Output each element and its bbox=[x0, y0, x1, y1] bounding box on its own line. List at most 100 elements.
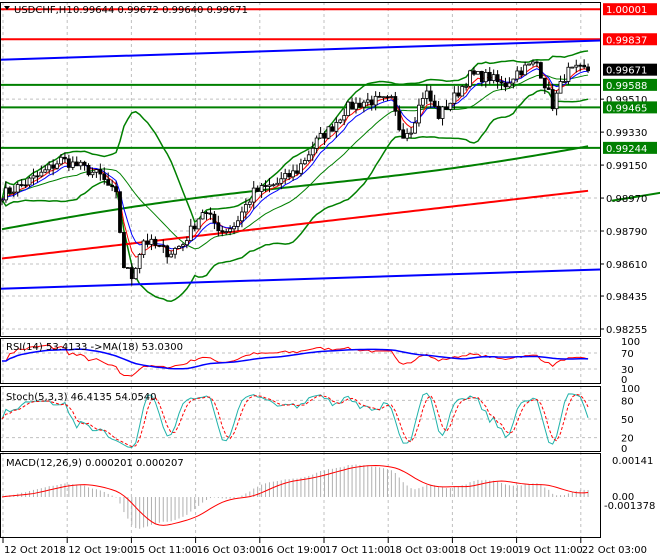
candle bbox=[582, 59, 587, 70]
candle bbox=[165, 244, 170, 264]
candle bbox=[299, 158, 303, 177]
candle bbox=[487, 67, 492, 85]
price-tag-label: 0.99588 bbox=[606, 81, 647, 92]
price-tag-label: 1.00001 bbox=[606, 5, 647, 16]
candle bbox=[236, 215, 240, 231]
stoch-tick: 20 bbox=[621, 434, 634, 445]
candle bbox=[200, 209, 205, 220]
candle bbox=[409, 127, 413, 139]
candle bbox=[271, 183, 276, 187]
macd-tick: 0.00141 bbox=[612, 456, 653, 467]
candle bbox=[157, 245, 162, 248]
time-tick: 19 Oct 11:00 bbox=[518, 545, 583, 556]
rsi-tick: 100 bbox=[621, 337, 640, 348]
candle bbox=[66, 154, 71, 172]
stoch-tick: 80 bbox=[621, 396, 634, 407]
price-axis: 0.995100.993300.991500.989700.987900.986… bbox=[600, 3, 657, 512]
candle bbox=[491, 69, 496, 84]
candle bbox=[188, 218, 193, 242]
candle bbox=[318, 127, 323, 139]
candle bbox=[145, 233, 150, 248]
macd-label: MACD(12,26,9) 0.000201 0.000207 bbox=[6, 458, 184, 469]
macd-tick: -0.001378 bbox=[604, 501, 655, 512]
stoch-label: Stoch(5,3,3) 46.4135 54.0540 bbox=[6, 392, 157, 403]
macd-pane[interactable] bbox=[1, 464, 589, 529]
candle bbox=[574, 59, 579, 73]
candle bbox=[173, 246, 177, 259]
candle bbox=[456, 85, 461, 99]
candle bbox=[98, 163, 103, 181]
candle bbox=[255, 185, 260, 193]
candle bbox=[523, 61, 528, 76]
candle bbox=[177, 245, 181, 249]
time-tick: 12 Oct 19:00 bbox=[68, 545, 133, 556]
stoch-tick: 50 bbox=[621, 415, 634, 426]
price-tag-label: 0.99465 bbox=[606, 103, 647, 114]
candle bbox=[169, 250, 174, 258]
candle bbox=[558, 75, 563, 94]
candle bbox=[125, 266, 130, 270]
candle bbox=[346, 100, 351, 117]
candle bbox=[527, 63, 531, 66]
lower-trend-line[interactable] bbox=[0, 268, 601, 290]
price-tag-label: 0.99244 bbox=[606, 144, 647, 155]
price-tick: 0.98790 bbox=[606, 227, 647, 238]
candle bbox=[570, 66, 575, 69]
candle bbox=[334, 117, 339, 138]
symbol-label: USDCHF,H1 bbox=[14, 5, 73, 16]
candle bbox=[468, 69, 472, 89]
price-pane[interactable] bbox=[0, 8, 660, 303]
stoch-tick: 0 bbox=[621, 444, 627, 455]
candle bbox=[133, 267, 138, 280]
bollinger-lower bbox=[1, 89, 589, 303]
candle bbox=[562, 74, 567, 83]
time-axis: 12 Oct 2018 12 Oct 19:0015 Oct 11:0016 Oc… bbox=[2, 538, 647, 556]
candle bbox=[295, 164, 299, 176]
time-tick: 18 Oct 03:00 bbox=[389, 545, 454, 556]
candle bbox=[224, 229, 229, 236]
bollinger-upper bbox=[1, 50, 589, 224]
candle bbox=[460, 84, 465, 97]
candle bbox=[436, 100, 441, 120]
candle bbox=[149, 234, 154, 251]
time-tick: 15 Oct 11:00 bbox=[132, 545, 197, 556]
upper-trend-line[interactable] bbox=[0, 39, 601, 61]
candle bbox=[74, 156, 79, 167]
time-tick: 18 Oct 19:00 bbox=[453, 545, 518, 556]
candle bbox=[275, 177, 280, 186]
candle bbox=[70, 156, 75, 171]
candle bbox=[118, 191, 122, 234]
candle bbox=[137, 253, 142, 274]
price-tick: 0.98255 bbox=[606, 325, 647, 336]
candle bbox=[153, 236, 158, 249]
candle bbox=[401, 123, 406, 139]
rsi-label: RSI(14) 53.4133 ->MA(18) 53.0300 bbox=[6, 342, 183, 353]
candle bbox=[554, 90, 559, 116]
candle bbox=[495, 70, 500, 89]
time-tick: 12 Oct 2018 bbox=[4, 545, 66, 556]
candle bbox=[444, 99, 449, 110]
candle bbox=[306, 150, 311, 163]
candle bbox=[377, 91, 382, 98]
candle bbox=[82, 160, 87, 171]
price-tick: 0.98970 bbox=[606, 194, 647, 205]
quote-label: 0.99644 0.99672 0.99640 0.99671 bbox=[73, 5, 248, 16]
trading-chart[interactable]: 0.995100.993300.991500.989700.987900.986… bbox=[0, 0, 660, 560]
candle bbox=[196, 218, 201, 230]
price-tick: 0.99150 bbox=[606, 161, 647, 172]
candle bbox=[78, 160, 83, 170]
price-tag-label: 0.99837 bbox=[606, 35, 647, 46]
candle bbox=[405, 128, 410, 142]
candle bbox=[420, 92, 425, 109]
candle bbox=[212, 211, 217, 230]
ma-red-long bbox=[1, 189, 589, 260]
price-tick: 0.99330 bbox=[606, 128, 647, 139]
macd-signal-line bbox=[1, 465, 589, 526]
ema-mid bbox=[1, 68, 589, 250]
candle bbox=[322, 131, 327, 145]
candle bbox=[499, 76, 504, 91]
price-tag-label: 0.99671 bbox=[606, 66, 647, 77]
candle bbox=[338, 118, 343, 124]
candle bbox=[413, 117, 417, 134]
candle bbox=[417, 98, 421, 127]
